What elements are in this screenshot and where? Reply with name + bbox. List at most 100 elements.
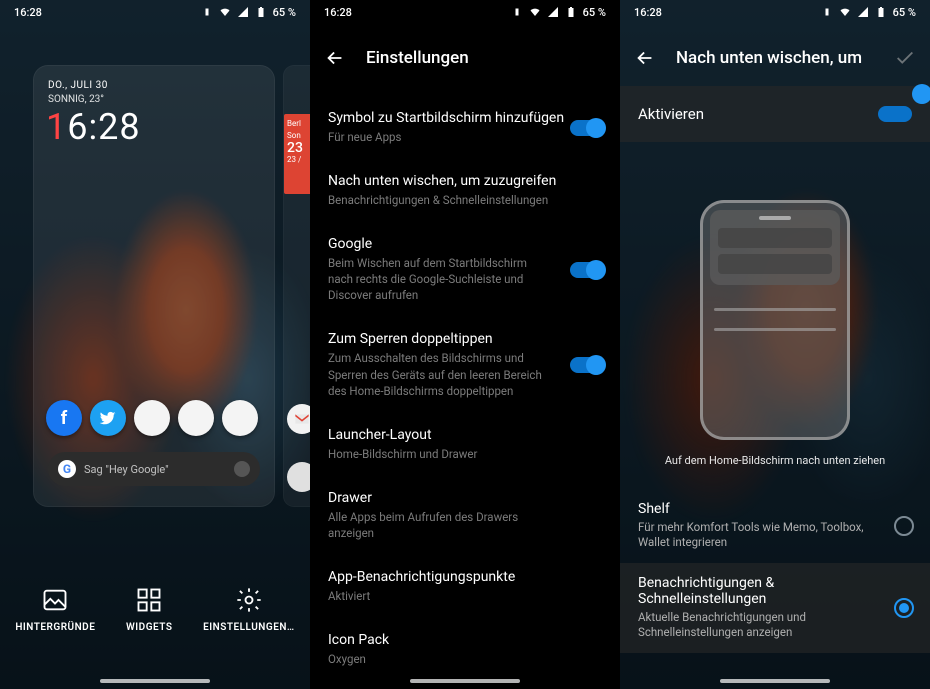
settings-item[interactable]: Launcher-Layout Home-Bildschirm und Drawe… <box>310 413 620 476</box>
settings-item-title: Google <box>328 236 602 252</box>
status-battery: 65 % <box>273 6 296 19</box>
swipe-option-subtitle: Für mehr Komfort Tools wie Memo, Toolbox… <box>638 520 880 551</box>
app-folder-2-icon[interactable] <box>178 400 214 436</box>
status-bar: 16:28 65 % <box>310 0 620 24</box>
toggle-switch[interactable] <box>570 262 604 278</box>
toggle-switch[interactable] <box>570 120 604 136</box>
clock-rest: 6:28 <box>67 106 140 148</box>
weather-temp: 23 <box>287 142 310 154</box>
signal-icon <box>237 6 249 18</box>
google-g-icon: G <box>58 460 76 478</box>
settings-item-subtitle: Beim Wischen auf dem Startbildschirm nac… <box>328 255 602 303</box>
widgets-label: WIDGETS <box>126 622 172 633</box>
swipe-option[interactable]: Shelf Für mehr Komfort Tools wie Memo, To… <box>620 489 930 563</box>
battery-icon <box>255 6 267 18</box>
wifi-icon <box>219 6 231 18</box>
home-settings-label: EINSTELLUNGEN… <box>203 622 295 633</box>
clock-hour-prefix: 1 <box>46 106 67 148</box>
signal-icon <box>857 6 869 18</box>
signal-icon <box>547 6 559 18</box>
app-bar: Einstellungen <box>310 30 620 86</box>
app-bar: Nach unten wischen, um <box>620 30 930 86</box>
app-folder-3-icon[interactable] <box>222 400 258 436</box>
settings-item-title: Drawer <box>328 490 602 506</box>
confirm-check-icon[interactable] <box>894 47 916 69</box>
settings-item-title: Zum Sperren doppeltippen <box>328 331 602 347</box>
settings-item-title: Nach unten wischen, um zuzugreifen <box>328 173 602 189</box>
date-line: DO., JULI 30 <box>48 80 108 91</box>
status-time: 16:28 <box>324 6 352 19</box>
facebook-icon[interactable]: f <box>46 400 82 436</box>
clock-widget: 16:28 <box>46 106 141 148</box>
settings-item-subtitle: Benachrichtigungen & Schnelleinstellunge… <box>328 192 602 208</box>
radio-button[interactable] <box>894 598 914 618</box>
gesture-preview-illustration <box>700 200 850 440</box>
swipe-option-subtitle: Aktuelle Benachrichtigungen und Schnelle… <box>638 610 880 641</box>
settings-item-title: App-Benachrichtigungspunkte <box>328 569 602 585</box>
gesture-bar[interactable] <box>410 679 520 683</box>
settings-item[interactable]: Drawer Alle Apps beim Aufrufen des Drawer… <box>310 476 620 555</box>
widgets-icon <box>135 586 163 614</box>
settings-item-subtitle: Alle Apps beim Aufrufen des Drawers anze… <box>328 509 602 541</box>
settings-item[interactable]: Zum Sperren doppeltippen Zum Ausschalten … <box>310 317 620 412</box>
gesture-bar[interactable] <box>100 679 210 683</box>
settings-item[interactable]: Symbol zu Startbildschirm hinzufügenFür … <box>310 96 620 159</box>
google-search-bar[interactable]: G Sag "Hey Google" <box>48 452 260 486</box>
status-battery: 65 % <box>583 6 606 19</box>
homescreen-preview-next[interactable]: Berl Son 23 23 / <box>284 66 310 506</box>
settings-item-subtitle: Aktiviert <box>328 588 602 604</box>
gear-icon <box>235 586 263 614</box>
twitter-icon[interactable] <box>90 400 126 436</box>
search-hint: Sag "Hey Google" <box>84 463 226 476</box>
settings-item-title: Launcher-Layout <box>328 427 602 443</box>
app-folder-1-icon[interactable] <box>134 400 170 436</box>
app-folder-peek-icon[interactable] <box>287 462 310 492</box>
radio-button[interactable] <box>894 516 914 536</box>
dock-row: f <box>46 400 258 436</box>
battery-icon <box>565 6 577 18</box>
activate-toggle[interactable] <box>878 106 912 122</box>
page-title: Einstellungen <box>366 48 469 68</box>
gesture-hint: Auf dem Home-Bildschirm nach unten ziehe… <box>620 454 930 467</box>
toggle-switch[interactable] <box>570 357 604 373</box>
home-settings-button[interactable]: EINSTELLUNGEN… <box>203 586 295 633</box>
swipe-option-title: Shelf <box>638 501 880 517</box>
status-time: 16:28 <box>14 6 42 19</box>
settings-item-subtitle: Home-Bildschirm und Drawer <box>328 446 602 462</box>
vibrate-icon <box>821 6 833 18</box>
wallpapers-button[interactable]: HINTERGRÜNDE <box>15 586 95 633</box>
gesture-bar[interactable] <box>720 679 830 683</box>
status-battery: 65 % <box>893 6 916 19</box>
weather-line: SONNIG, 23° <box>48 94 104 105</box>
home-editor-screen: 16:28 65 % DO., JULI 30 SONNIG, 23° 16:2… <box>0 0 310 689</box>
back-icon[interactable] <box>634 47 656 69</box>
settings-item[interactable]: Nach unten wischen, um zuzugreifen Benach… <box>310 159 620 222</box>
wifi-icon <box>529 6 541 18</box>
vibrate-icon <box>511 6 523 18</box>
activate-row[interactable]: Aktivieren <box>620 86 930 142</box>
image-icon <box>41 586 69 614</box>
settings-item-title: Icon Pack <box>328 632 602 648</box>
gmail-icon[interactable] <box>287 404 310 434</box>
back-icon[interactable] <box>324 47 346 69</box>
swipe-down-picker-screen: 16:28 65 % Nach unten wischen, um Aktivi… <box>620 0 930 689</box>
settings-item[interactable]: Icon Pack Oxygen <box>310 618 620 681</box>
settings-list[interactable]: Symbol zu Startbildschirm hinzufügenFür … <box>310 96 620 689</box>
swipe-options-list: Shelf Für mehr Komfort Tools wie Memo, To… <box>620 489 930 653</box>
swipe-option-title: Benachrichtigungen & Schnelleinstellunge… <box>638 575 880 607</box>
wifi-icon <box>839 6 851 18</box>
status-bar: 16:28 65 % <box>0 0 310 24</box>
mic-icon[interactable] <box>234 461 250 477</box>
vibrate-icon <box>201 6 213 18</box>
settings-item[interactable]: Google Beim Wischen auf dem Startbildschi… <box>310 222 620 317</box>
page-title: Nach unten wischen, um <box>676 48 862 68</box>
settings-item[interactable]: App-Benachrichtigungspunkte Aktiviert <box>310 555 620 618</box>
battery-icon <box>875 6 887 18</box>
homescreen-preview[interactable]: DO., JULI 30 SONNIG, 23° 16:28 f G Sag "… <box>34 66 274 506</box>
swipe-option[interactable]: Benachrichtigungen & Schnelleinstellunge… <box>620 563 930 653</box>
widgets-button[interactable]: WIDGETS <box>126 586 172 633</box>
settings-item-subtitle: Zum Ausschalten des Bildschirms und Sper… <box>328 350 602 398</box>
settings-item-subtitle: Oxygen <box>328 651 602 667</box>
settings-item-subtitle: Für neue Apps <box>328 129 602 145</box>
status-time: 16:28 <box>634 6 662 19</box>
